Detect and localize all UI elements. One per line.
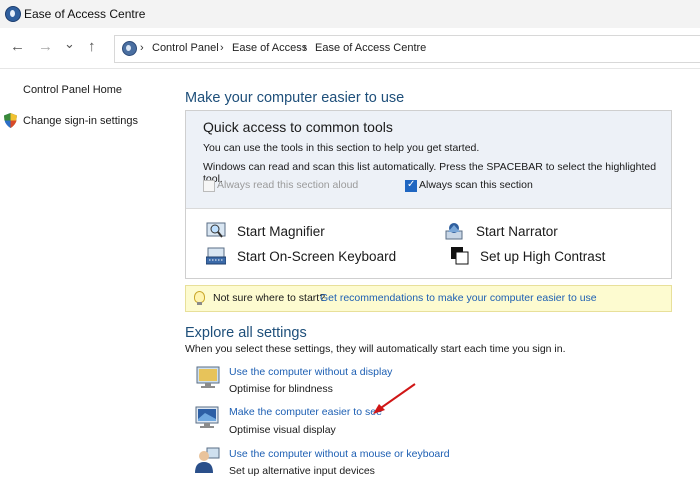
forward-button[interactable]: → bbox=[38, 39, 53, 55]
tip-text: Not sure where to start? bbox=[213, 292, 326, 304]
always-scan-checkbox[interactable] bbox=[405, 179, 417, 192]
window-title: Ease of Access Centre bbox=[24, 7, 146, 21]
breadcrumb-ease-of-access[interactable]: Ease of Access bbox=[232, 42, 307, 54]
address-bar[interactable]: › Control Panel › Ease of Access › Ease … bbox=[114, 35, 700, 63]
always-scan-label[interactable]: Always scan this section bbox=[419, 179, 533, 191]
quick-access-heading: Quick access to common tools bbox=[203, 119, 393, 135]
control-panel-icon bbox=[122, 41, 137, 56]
breadcrumb-separator: › bbox=[220, 42, 224, 54]
start-magnifier-link[interactable]: Start Magnifier bbox=[237, 224, 325, 239]
page-title: Make your computer easier to use bbox=[185, 90, 405, 106]
read-aloud-checkbox[interactable] bbox=[203, 180, 215, 192]
explore-settings-description: When you select these settings, they wil… bbox=[185, 343, 566, 355]
recommendation-tip: Not sure where to start? Get recommendat… bbox=[185, 285, 672, 312]
narrator-icon bbox=[445, 223, 463, 240]
breadcrumb-separator: › bbox=[140, 42, 144, 54]
high-contrast-icon bbox=[451, 247, 469, 265]
quick-access-panel: Quick access to common tools You can use… bbox=[185, 110, 672, 279]
shield-icon bbox=[4, 113, 17, 128]
recent-locations-chevron-icon[interactable]: ⌄ bbox=[64, 36, 75, 52]
ease-of-access-icon bbox=[5, 6, 21, 22]
title-bar: Ease of Access Centre bbox=[0, 0, 700, 28]
set-up-high-contrast-link[interactable]: Set up High Contrast bbox=[480, 249, 605, 264]
quick-access-description: You can use the tools in this section to… bbox=[203, 142, 480, 154]
magnifier-icon bbox=[206, 222, 226, 238]
get-recommendations-link[interactable]: Get recommendations to make your compute… bbox=[320, 292, 597, 304]
lightbulb-icon bbox=[194, 291, 205, 305]
explore-settings-heading: Explore all settings bbox=[185, 325, 307, 341]
breadcrumb-ease-of-access-centre[interactable]: Ease of Access Centre bbox=[315, 42, 426, 54]
monitor-icon bbox=[195, 406, 219, 428]
breadcrumb-control-panel[interactable]: Control Panel bbox=[152, 42, 219, 54]
option-without-mouse-keyboard-link[interactable]: Use the computer without a mouse or keyb… bbox=[229, 448, 450, 460]
start-on-screen-keyboard-link[interactable]: Start On-Screen Keyboard bbox=[237, 249, 396, 264]
option-easier-to-see-link[interactable]: Make the computer easier to see bbox=[229, 406, 382, 418]
back-button[interactable]: ← bbox=[10, 39, 25, 55]
start-narrator-link[interactable]: Start Narrator bbox=[476, 224, 558, 239]
breadcrumb-separator: › bbox=[303, 42, 307, 54]
annotation-arrow bbox=[373, 383, 416, 414]
keyboard-icon bbox=[206, 247, 226, 265]
quick-access-header: Quick access to common tools You can use… bbox=[186, 111, 671, 209]
sidebar-change-sign-in-settings-link[interactable]: Change sign-in settings bbox=[23, 115, 138, 127]
sidebar-control-panel-home-link[interactable]: Control Panel Home bbox=[23, 84, 122, 96]
read-aloud-label[interactable]: Always read this section aloud bbox=[217, 179, 358, 191]
option-without-display-link[interactable]: Use the computer without a display bbox=[229, 366, 392, 378]
option-easier-to-see-subtitle: Optimise visual display bbox=[229, 424, 336, 436]
display-icon bbox=[196, 366, 220, 388]
user-icon bbox=[195, 447, 220, 473]
option-without-mouse-keyboard-subtitle: Set up alternative input devices bbox=[229, 465, 375, 477]
navigation-bar: ← → ⌄ ↑ › Control Panel › Ease of Access… bbox=[0, 28, 700, 69]
option-without-display-subtitle: Optimise for blindness bbox=[229, 383, 333, 395]
up-button[interactable]: ↑ bbox=[88, 39, 96, 55]
